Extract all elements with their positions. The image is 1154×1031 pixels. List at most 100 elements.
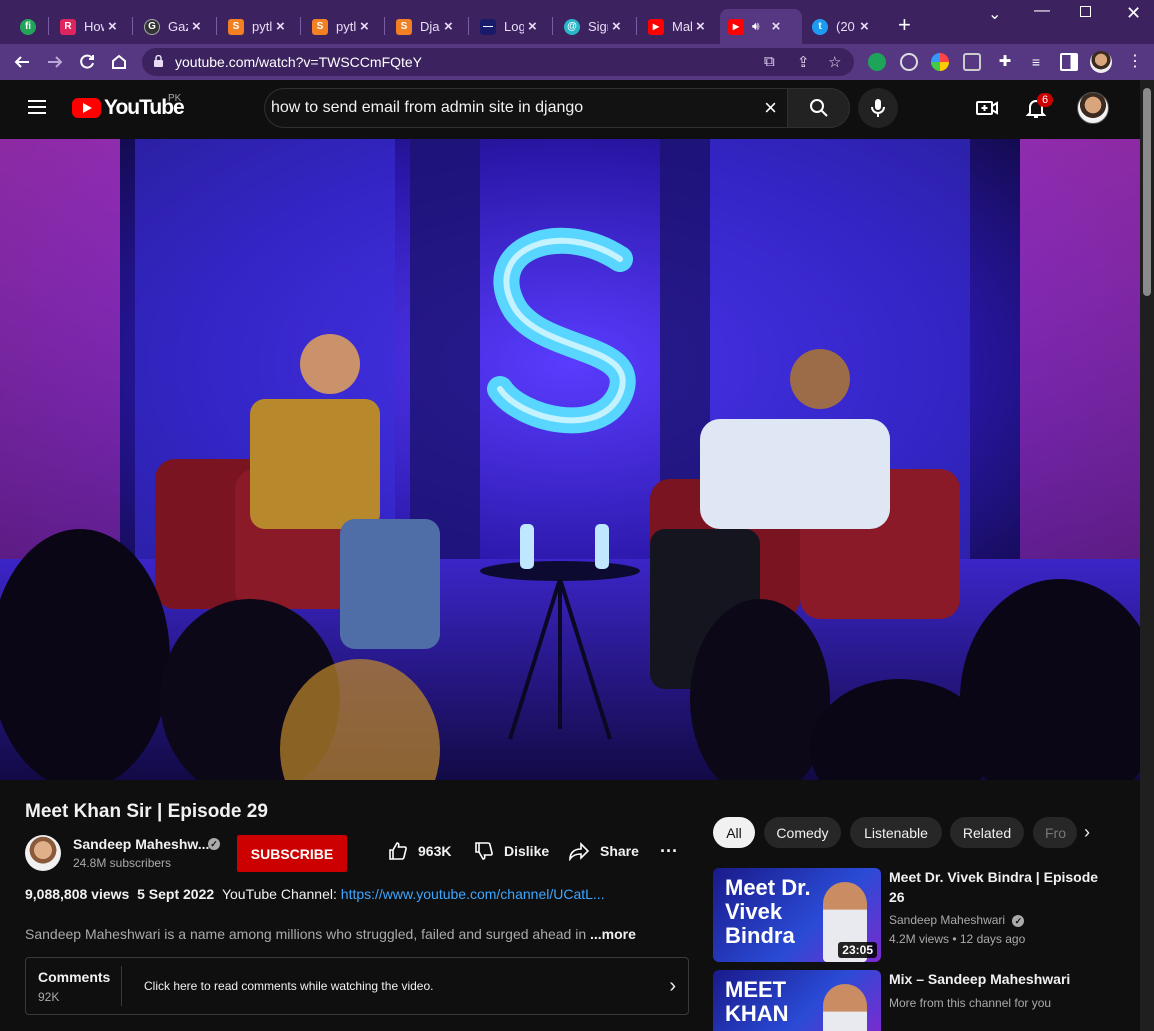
menu-hamburger-icon[interactable] <box>28 100 46 114</box>
forward-button[interactable] <box>43 50 67 74</box>
tab-close-icon[interactable]: × <box>772 18 781 35</box>
clear-search-icon[interactable]: × <box>764 95 777 121</box>
profile-avatar[interactable] <box>1090 51 1112 73</box>
back-button[interactable] <box>10 50 34 74</box>
bookmark-star-icon[interactable]: ☆ <box>828 53 841 71</box>
view-count: 9,088,808 views <box>25 886 130 902</box>
divider <box>121 966 122 1006</box>
recommendation-channel[interactable]: Sandeep Maheshwari ✓ <box>889 913 1025 927</box>
chevron-right-icon[interactable]: › <box>669 975 676 998</box>
tab-1[interactable]: R How × <box>52 9 125 44</box>
scrollbar-thumb[interactable] <box>1143 88 1151 296</box>
chip-all[interactable]: All <box>713 817 755 848</box>
create-video-icon[interactable] <box>975 96 999 120</box>
account-avatar[interactable] <box>1077 92 1109 124</box>
tab-close-icon[interactable]: × <box>192 18 201 35</box>
minimize-button[interactable]: — <box>1034 2 1050 20</box>
channel-name[interactable]: Sandeep Maheshw... <box>73 836 209 852</box>
tab-9-active[interactable]: ▶ 🔊︎ × <box>720 9 802 44</box>
chip-listenable[interactable]: Listenable <box>850 817 942 848</box>
side-panel-icon[interactable] <box>1060 53 1078 71</box>
stackoverflow-icon: S <box>396 18 412 35</box>
channel-link[interactable]: https://www.youtube.com/channel/UCatL... <box>341 886 605 902</box>
tab-title: Sigr <box>588 19 608 34</box>
close-window-button[interactable]: ✕ <box>1126 3 1141 24</box>
puzzle-extensions-icon[interactable]: ✚ <box>996 53 1014 71</box>
thumbs-up-icon <box>389 842 407 860</box>
url-text[interactable]: youtube.com/watch?v=TWSCCmFQteY <box>175 54 422 70</box>
chips-next-chevron-icon[interactable]: › <box>1084 822 1090 843</box>
chip-from[interactable]: Fro <box>1033 817 1077 848</box>
tab-close-icon[interactable]: × <box>860 18 869 35</box>
home-button[interactable] <box>107 50 131 74</box>
recommendation-title[interactable]: Meet Dr. Vivek Bindra | Episode 26 <box>889 867 1099 907</box>
tab-search-chevron-icon[interactable]: ⌄ <box>988 4 1001 24</box>
video-player[interactable] <box>0 139 1140 780</box>
lock-icon[interactable] <box>154 55 163 67</box>
browser-tab-strip: fi R How × G Gaz × S pytl × S pytl × S D… <box>0 0 1154 44</box>
tab-favicon: — <box>480 18 496 35</box>
browser-menu-icon[interactable]: ⋮ <box>1126 53 1144 71</box>
search-query-text[interactable]: how to send email from admin site in dja… <box>271 99 583 117</box>
color-picker-extension-icon[interactable] <box>931 53 949 71</box>
new-tab-button[interactable]: + <box>898 12 911 38</box>
globe-icon[interactable] <box>900 53 918 71</box>
open-in-app-icon[interactable]: ⧉ <box>764 53 775 70</box>
dislike-button[interactable]: Dislike <box>474 838 549 864</box>
show-more-link[interactable]: ...more <box>590 926 636 942</box>
thumbs-down-icon <box>475 842 493 860</box>
tab-4[interactable]: S pytl × <box>304 9 377 44</box>
share-button[interactable]: Share <box>568 838 639 864</box>
comments-message: Click here to read comments while watchi… <box>144 979 434 993</box>
media-control-icon[interactable]: ≡ <box>1027 53 1045 71</box>
tab-close-icon[interactable]: × <box>696 18 705 35</box>
extension-green-icon[interactable] <box>868 53 886 71</box>
tab-close-icon[interactable]: × <box>444 18 453 35</box>
recommendation-thumbnail[interactable]: MEET KHAN <box>713 970 881 1031</box>
dislike-label: Dislike <box>504 843 550 859</box>
audio-playing-icon[interactable]: 🔊︎ <box>752 19 760 34</box>
page-scrollbar[interactable] <box>1140 80 1154 1031</box>
notification-count-badge: 6 <box>1037 93 1054 107</box>
recommendation-channel: More from this channel for you <box>889 996 1052 1010</box>
channel-prefix: YouTube Channel: <box>221 886 337 902</box>
tab-close-icon[interactable]: × <box>528 18 537 35</box>
tab-7[interactable]: @ Sigr × <box>556 9 629 44</box>
tab-3[interactable]: S pytl × <box>220 9 293 44</box>
subscriber-count: 24.8M subscribers <box>73 856 172 870</box>
like-button[interactable]: 963K <box>388 838 451 864</box>
tab-10[interactable]: t (20 × <box>804 9 877 44</box>
youtube-play-icon <box>72 98 101 118</box>
reload-button[interactable] <box>75 50 99 74</box>
channel-name: Sandeep Maheshwari <box>889 913 1006 927</box>
recommendation-title[interactable]: Mix – Sandeep Maheshwari <box>889 969 1099 989</box>
tab-close-icon[interactable]: × <box>108 18 117 35</box>
channel-avatar[interactable] <box>25 835 61 871</box>
more-actions-button[interactable]: ··· <box>660 838 678 864</box>
maximize-button[interactable] <box>1080 6 1091 17</box>
upload-date: 5 Sept 2022 <box>137 886 215 902</box>
search-button[interactable] <box>787 88 850 128</box>
subscribe-button[interactable]: SUBSCRIBE <box>237 835 347 872</box>
tab-6[interactable]: — Log × <box>472 9 545 44</box>
chip-related[interactable]: Related <box>950 817 1024 848</box>
address-bar[interactable]: youtube.com/watch?v=TWSCCmFQteY ⧉ ⇪ ☆ <box>142 48 854 76</box>
tab-5[interactable]: S Djar × <box>388 9 461 44</box>
browser-toolbar: youtube.com/watch?v=TWSCCmFQteY ⧉ ⇪ ☆ ✚ … <box>0 44 1154 80</box>
youtube-logo[interactable]: YouTube PK <box>72 93 185 120</box>
share-page-icon[interactable]: ⇪ <box>797 53 810 71</box>
tab-0[interactable]: fi <box>12 9 44 44</box>
tab-close-icon[interactable]: × <box>276 18 285 35</box>
tab-2[interactable]: G Gaz × <box>136 9 209 44</box>
search-input[interactable]: how to send email from admin site in dja… <box>264 88 787 128</box>
voice-search-button[interactable] <box>858 88 898 128</box>
chip-comedy[interactable]: Comedy <box>764 817 841 848</box>
tab-close-icon[interactable]: × <box>360 18 369 35</box>
video-description: Sandeep Maheshwari is a name among milli… <box>25 926 587 942</box>
tab-8[interactable]: ▶ Mal × <box>640 9 713 44</box>
shield-extension-icon[interactable] <box>963 53 981 71</box>
recommendation-thumbnail[interactable]: Meet Dr. Vivek Bindra 23:05 <box>713 868 881 962</box>
tab-close-icon[interactable]: × <box>612 18 621 35</box>
comments-teaser[interactable]: Comments 92K Click here to read comments… <box>25 957 689 1015</box>
more-dots-icon: ··· <box>660 840 678 861</box>
